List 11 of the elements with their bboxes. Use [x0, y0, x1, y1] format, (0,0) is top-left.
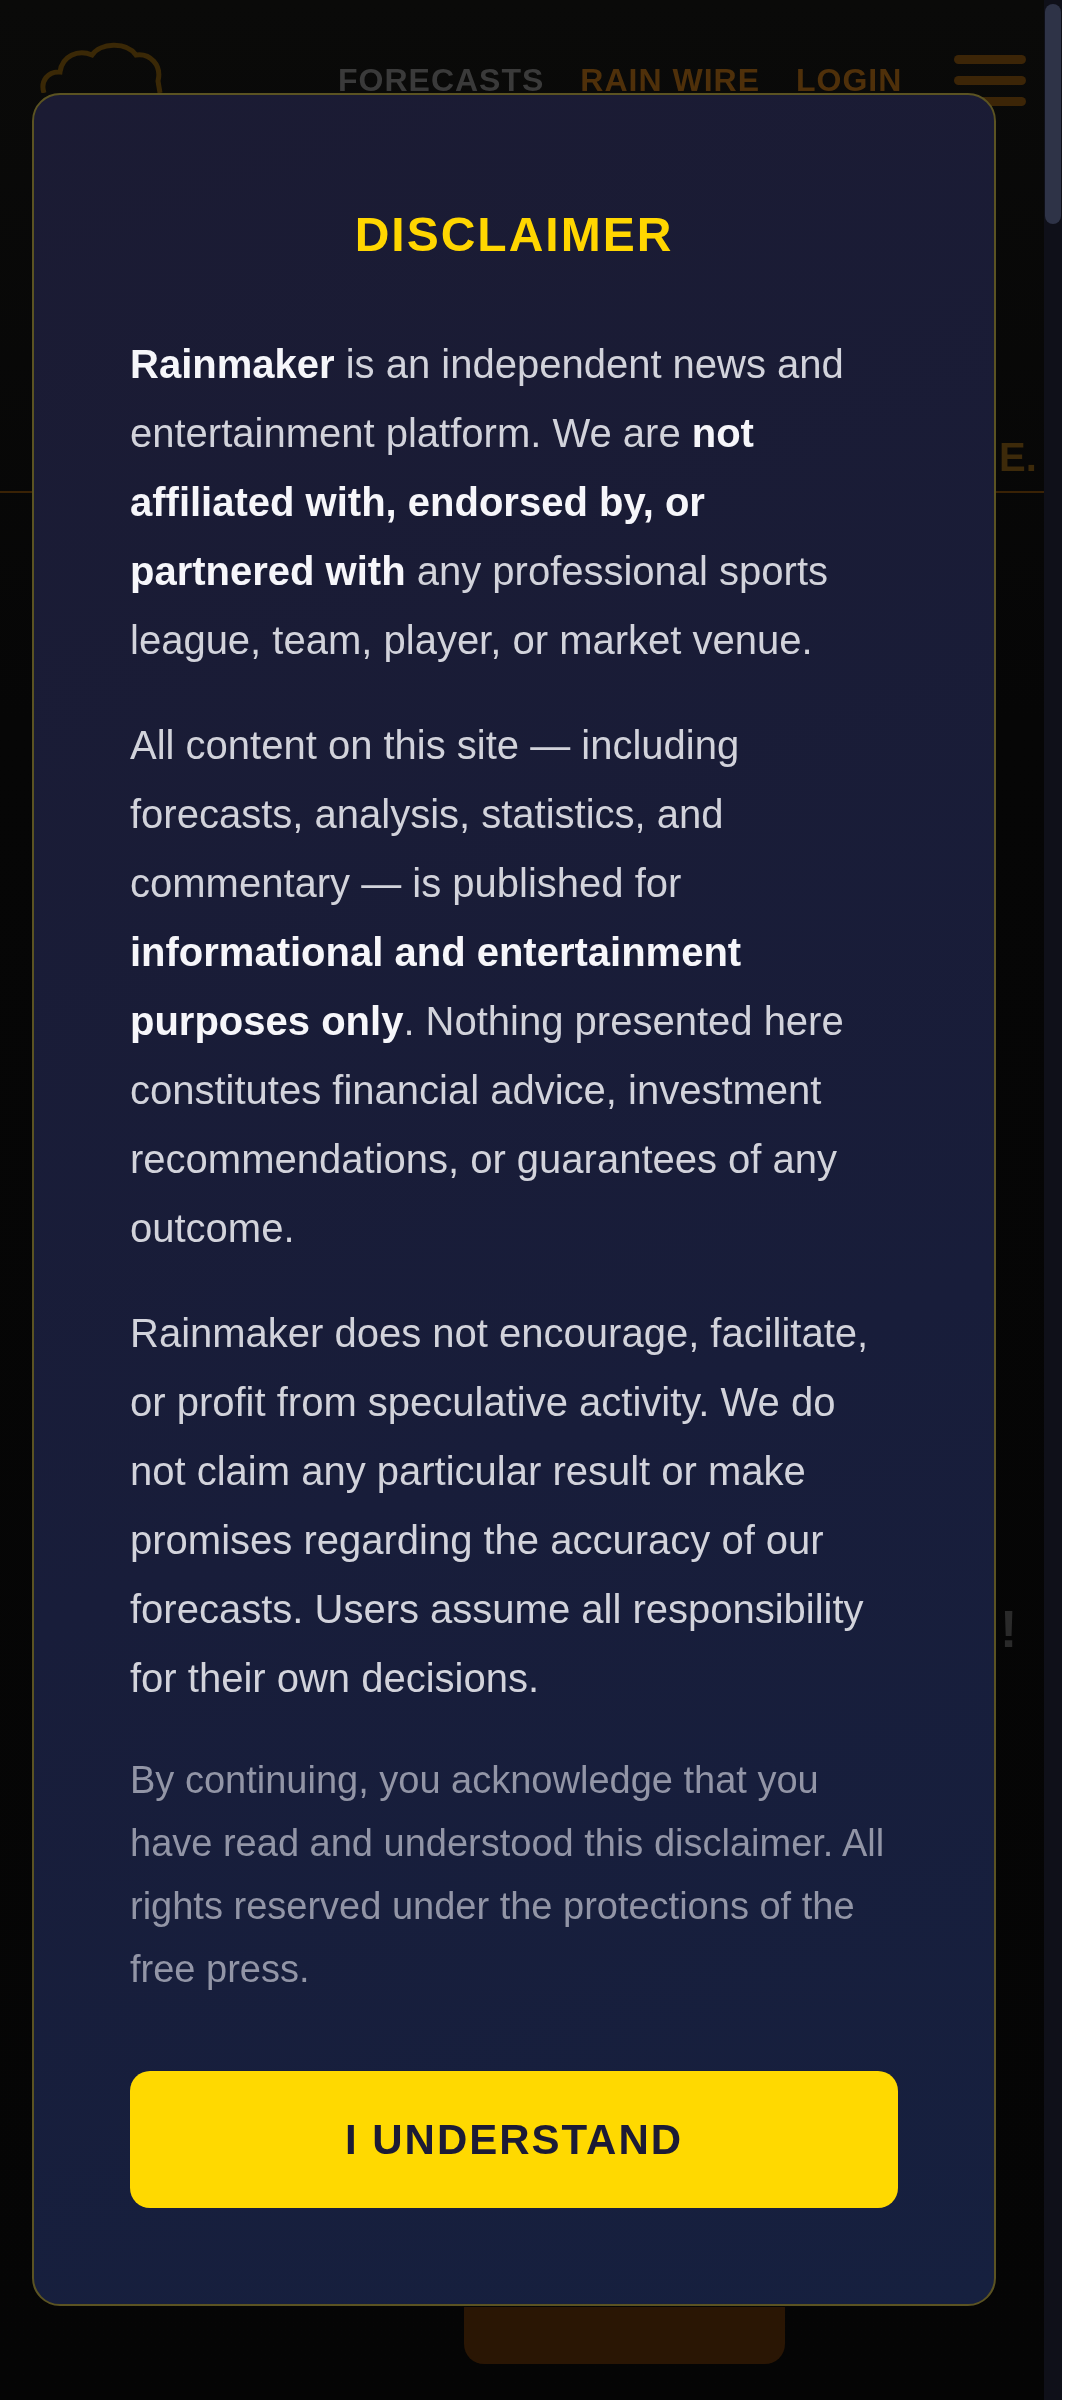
- scrollbar-thumb[interactable]: [1045, 4, 1061, 224]
- nav-link[interactable]: LOGIN: [796, 64, 903, 96]
- nav-link[interactable]: RAIN WIRE: [580, 64, 760, 96]
- dimmed-button[interactable]: [464, 2307, 785, 2364]
- dialog-title: DISCLAIMER: [353, 211, 675, 259]
- disclaimer-paragraph: Rainmaker is an independent news and entertainment platform. We are not affiliated with, endorsed by, or partnered with any professional sports league, team, player, or market venue.: [130, 341, 845, 664]
- acknowledgement-note: By continuing, you acknowledge that you have read and understood this disclaimer. All rights reserved under the protections of the free press.: [130, 1758, 886, 1992]
- partial-text: !: [1000, 1603, 1018, 1655]
- understand-button[interactable]: I UNDERSTAND: [130, 2071, 898, 2208]
- disclaimer-paragraph: All content on this site — including forecasts, analysis, statistics, and commentary — is published for informational and entertainment purposes only. Nothing presented here constitutes financial advice, investment recommendations, or guarantees of any outcome.: [130, 722, 845, 1252]
- disclaimer-paragraph: Rainmaker does not encourage, facilitate, or profit from speculative activity. We do not claim any particular result or make promises regarding the accuracy of our forecasts. Users assume all responsibility for their own decisions.: [130, 1310, 870, 1702]
